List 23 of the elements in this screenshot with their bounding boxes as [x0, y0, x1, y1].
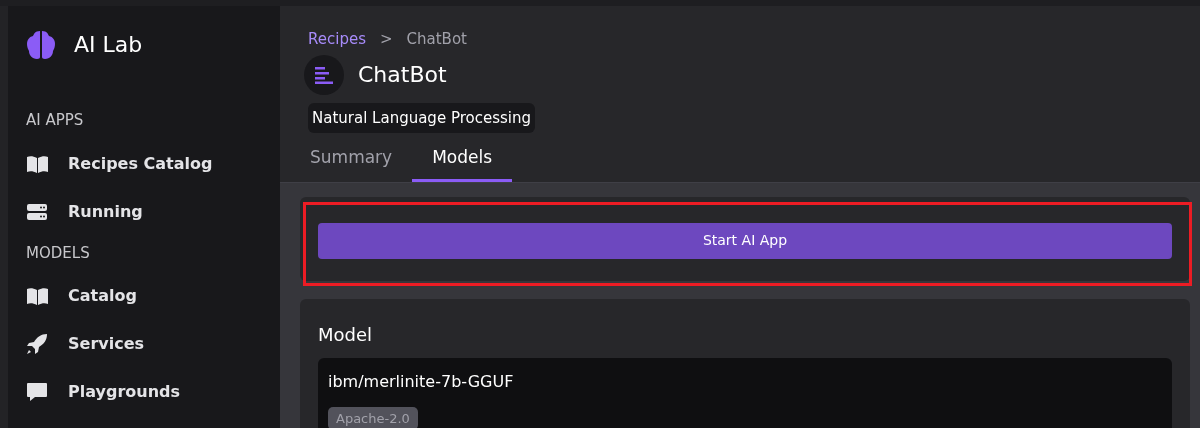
chat-icon [26, 381, 48, 403]
sidebar-item[interactable]: Services [26, 320, 262, 368]
card-heading: Model [318, 322, 374, 347]
category-tag: Natural Language Processing [308, 102, 535, 133]
brain-icon [26, 28, 56, 61]
start-button[interactable]: Start AI App [318, 222, 1172, 259]
section-heading: MODELS [26, 242, 91, 264]
sidebar-item[interactable]: Playgrounds [26, 368, 262, 416]
book-icon [26, 285, 48, 307]
breadcrumb-separator: > [379, 29, 393, 50]
sidebar-item[interactable]: Recipes Catalog [26, 139, 262, 188]
recipe-icon [304, 54, 344, 95]
breadcrumb-current: ChatBot [406, 29, 467, 50]
sidebar-item[interactable]: Running [26, 187, 262, 236]
rocket-icon [26, 333, 48, 355]
sidebar-item[interactable]: Catalog [26, 272, 262, 320]
section-heading: AI APPS [26, 110, 85, 131]
app-title: AI Lab [74, 31, 143, 59]
license-badge: Apache-2.0 [328, 406, 418, 428]
breadcrumb-link[interactable]: Recipes [308, 28, 366, 51]
tab[interactable]: Summary [308, 139, 413, 182]
model-name: ibm/merlinite-7b-GGUF [328, 370, 515, 393]
page-title: ChatBot [358, 61, 447, 89]
